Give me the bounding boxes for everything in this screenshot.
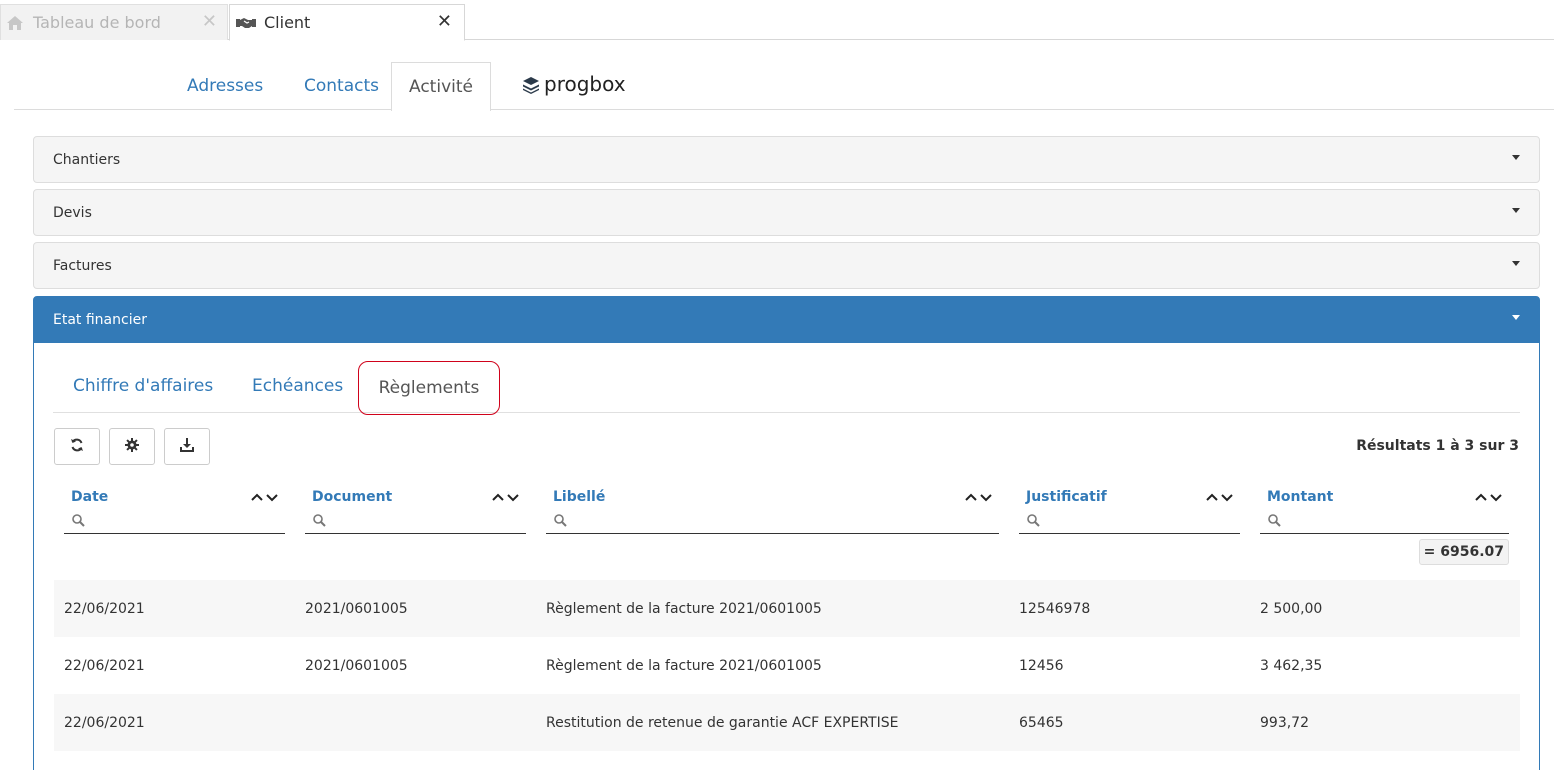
search-icon — [1268, 512, 1281, 531]
app-tab-label: Tableau de bord — [33, 13, 161, 32]
column-justificatif: Justificatif — [1019, 488, 1240, 534]
caret-down-icon — [1512, 315, 1520, 320]
cell-libelle: Règlement de la facture 2021/0601005 — [546, 601, 822, 617]
column-header[interactable]: Date — [71, 489, 108, 505]
tab-adresses[interactable]: Adresses — [187, 62, 263, 110]
cell-montant: 3 462,35 — [1260, 658, 1323, 674]
tab-contacts[interactable]: Contacts — [304, 62, 379, 110]
panel-devis[interactable]: Devis — [33, 189, 1540, 236]
sort-icon[interactable] — [251, 492, 279, 502]
caret-down-icon — [1512, 261, 1520, 266]
tab-echeances[interactable]: Echéances — [252, 359, 343, 413]
results-count: Résultats 1 à 3 sur 3 — [1356, 438, 1519, 454]
search-icon — [554, 512, 567, 531]
app-tab-label: Client — [264, 13, 311, 32]
gear-icon — [125, 437, 139, 456]
cell-date: 22/06/2021 — [64, 601, 145, 617]
cell-date: 22/06/2021 — [64, 658, 145, 674]
client-subnav: Adresses Contacts Activité progbox — [14, 62, 1554, 111]
cell-document: 2021/0601005 — [305, 658, 408, 674]
cell-libelle: Restitution de retenue de garantie ACF E… — [546, 715, 899, 731]
date-filter-input[interactable] — [64, 510, 285, 534]
panel-etat-financier[interactable]: Etat financier — [33, 296, 1540, 343]
table-row[interactable]: 22/06/2021 Restitution de retenue de gar… — [54, 694, 1520, 751]
close-icon[interactable]: ✕ — [202, 13, 217, 31]
document-filter-input[interactable] — [305, 510, 526, 534]
app-tab-bar: Tableau de bord ✕ Client ✕ — [0, 0, 1554, 41]
caret-down-icon — [1512, 208, 1520, 213]
sort-icon[interactable] — [965, 492, 993, 502]
search-icon — [72, 512, 85, 531]
cell-justificatif: 65465 — [1019, 715, 1064, 731]
panel-title: Devis — [53, 205, 92, 221]
panel-title: Etat financier — [53, 312, 147, 328]
panel-factures[interactable]: Factures — [33, 242, 1540, 289]
column-header[interactable]: Document — [312, 489, 392, 505]
cell-montant: 993,72 — [1260, 715, 1309, 731]
layers-icon — [522, 75, 540, 94]
progbox-logo: progbox — [522, 72, 626, 96]
search-icon — [1027, 512, 1040, 531]
download-icon — [180, 437, 194, 456]
cell-libelle: Règlement de la facture 2021/0601005 — [546, 658, 822, 674]
montant-total: = 6956.07 — [1418, 539, 1509, 565]
column-header[interactable]: Justificatif — [1026, 489, 1107, 505]
tab-activite[interactable]: Activité — [391, 62, 491, 111]
caret-down-icon — [1512, 155, 1520, 160]
tab-chiffre-affaires[interactable]: Chiffre d'affaires — [73, 359, 213, 413]
column-libelle: Libellé — [546, 488, 999, 534]
app-tab-dashboard[interactable]: Tableau de bord ✕ — [0, 4, 228, 40]
home-icon — [5, 13, 25, 33]
download-button[interactable] — [164, 428, 210, 465]
montant-filter-input[interactable] — [1260, 510, 1509, 534]
etat-financier-body: Chiffre d'affaires Echéances Règlements … — [33, 343, 1540, 770]
table-row[interactable]: 22/06/2021 2021/0601005 Règlement de la … — [54, 580, 1520, 637]
column-header[interactable]: Montant — [1267, 489, 1333, 505]
table-row[interactable]: 22/06/2021 2021/0601005 Règlement de la … — [54, 637, 1520, 694]
cell-montant: 2 500,00 — [1260, 601, 1323, 617]
panel-title: Chantiers — [53, 152, 121, 168]
app-tab-client[interactable]: Client ✕ — [229, 4, 465, 41]
panel-chantiers[interactable]: Chantiers — [33, 136, 1540, 183]
close-icon[interactable]: ✕ — [437, 13, 452, 31]
column-montant: Montant — [1260, 488, 1509, 534]
sort-icon[interactable] — [1475, 492, 1503, 502]
justificatif-filter-input[interactable] — [1019, 510, 1240, 534]
cell-justificatif: 12546978 — [1019, 601, 1091, 617]
logo-text: progbox — [544, 72, 626, 96]
refresh-icon — [70, 437, 84, 456]
cell-justificatif: 12456 — [1019, 658, 1064, 674]
sort-icon[interactable] — [492, 492, 520, 502]
settings-button[interactable] — [109, 428, 155, 465]
sort-icon[interactable] — [1206, 492, 1234, 502]
column-document: Document — [305, 488, 526, 534]
handshake-icon — [236, 13, 256, 33]
panel-title: Factures — [53, 258, 112, 274]
tab-reglements[interactable]: Règlements — [358, 361, 500, 415]
cell-document: 2021/0601005 — [305, 601, 408, 617]
search-icon — [313, 512, 326, 531]
refresh-button[interactable] — [54, 428, 100, 465]
financial-tabs: Chiffre d'affaires Echéances Règlements — [53, 359, 1520, 415]
cell-date: 22/06/2021 — [64, 715, 145, 731]
column-header[interactable]: Libellé — [553, 489, 605, 505]
column-date: Date — [64, 488, 285, 534]
libelle-filter-input[interactable] — [546, 510, 999, 534]
